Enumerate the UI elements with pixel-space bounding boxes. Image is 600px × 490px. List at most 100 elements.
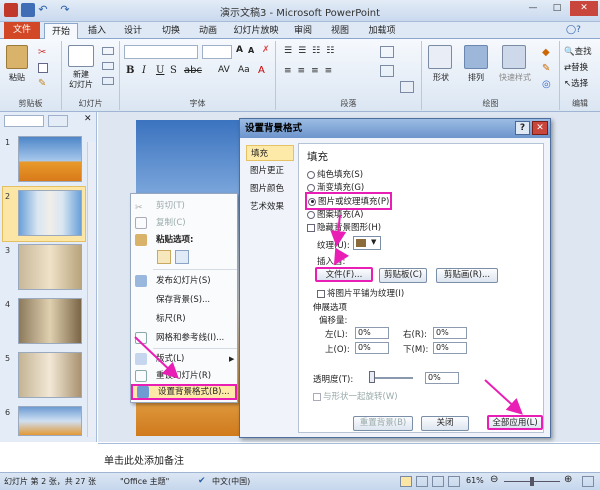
menu-item-save-background[interactable]: 保存背景(S)... bbox=[131, 292, 237, 308]
slide-thumbnail[interactable] bbox=[18, 190, 82, 236]
section-icon[interactable] bbox=[102, 77, 114, 85]
shape-outline-icon[interactable]: ✎ bbox=[542, 63, 550, 74]
menu-item-cut[interactable]: ✂ 剪切(T) bbox=[131, 198, 237, 214]
paste-icon[interactable] bbox=[6, 45, 28, 69]
shapes-icon[interactable] bbox=[428, 45, 452, 69]
new-slide-icon[interactable] bbox=[68, 45, 94, 67]
menu-item-format-background[interactable]: 设置背景格式(B)... bbox=[131, 384, 237, 400]
menu-item-copy[interactable]: 复制(C) bbox=[131, 215, 237, 231]
menu-item-reset-slide[interactable]: 重设幻灯片(R) bbox=[131, 368, 237, 384]
tab-design[interactable]: 设计 bbox=[118, 23, 148, 39]
help-icon[interactable]: ? bbox=[515, 121, 530, 135]
smartart-icon[interactable] bbox=[400, 81, 414, 93]
menu-item-layout[interactable]: 版式(L) ▶ bbox=[131, 351, 237, 367]
zoom-slider-thumb[interactable] bbox=[530, 477, 534, 486]
normal-view-icon[interactable] bbox=[400, 476, 412, 487]
clipboard-button[interactable]: 剪贴板(C) bbox=[379, 268, 427, 283]
quick-styles-icon[interactable] bbox=[502, 45, 526, 69]
reset-icon[interactable] bbox=[102, 62, 114, 70]
shape-fill-icon[interactable]: ◆ bbox=[542, 47, 550, 58]
font-color-icon[interactable]: A bbox=[258, 65, 265, 76]
offset-left-input[interactable]: 0% bbox=[355, 327, 389, 339]
zoom-level[interactable]: 61% bbox=[466, 476, 484, 485]
underline-icon[interactable]: U bbox=[156, 65, 164, 76]
slide-thumbnail[interactable] bbox=[18, 244, 82, 290]
tab-view[interactable]: 视图 bbox=[325, 23, 355, 39]
tab-review[interactable]: 审阅 bbox=[288, 23, 318, 39]
find-button[interactable]: 🔍查找 bbox=[564, 45, 592, 57]
char-spacing-icon[interactable]: AV bbox=[218, 65, 230, 75]
slide-sorter-icon[interactable] bbox=[416, 476, 428, 487]
slide-thumbnail[interactable] bbox=[18, 298, 82, 344]
reset-background-button[interactable]: 重置背景(B) bbox=[353, 416, 413, 431]
menu-item-grid[interactable]: 网格和参考线(I)... bbox=[131, 330, 237, 346]
slide-thumbnail[interactable] bbox=[18, 406, 82, 436]
grow-font-icon[interactable]: A bbox=[236, 45, 243, 55]
radio-solid-fill[interactable]: 纯色填充(S) bbox=[307, 168, 363, 180]
slide-pane-scrollbar[interactable] bbox=[87, 142, 96, 437]
layout-icon[interactable] bbox=[102, 47, 114, 55]
list-icons[interactable]: ☰☰☷☷ bbox=[284, 46, 340, 56]
tab-transitions[interactable]: 切换 bbox=[156, 23, 186, 39]
help-icon[interactable]: ◯? bbox=[566, 25, 581, 35]
menu-item-publish[interactable]: 发布幻灯片(S) bbox=[131, 273, 237, 289]
tab-insert[interactable]: 插入 bbox=[82, 23, 112, 39]
strikethrough-icon[interactable]: abc bbox=[184, 65, 202, 76]
side-item-picture-color[interactable]: 图片颜色 bbox=[246, 181, 294, 197]
zoom-in-icon[interactable]: ⊕ bbox=[564, 474, 572, 485]
maximize-icon[interactable]: □ bbox=[546, 1, 568, 16]
bold-icon[interactable]: B bbox=[126, 65, 134, 76]
side-item-artistic-effects[interactable]: 艺术效果 bbox=[246, 199, 294, 215]
transparency-slider[interactable] bbox=[369, 377, 413, 379]
shape-effects-icon[interactable]: ◎ bbox=[542, 79, 551, 90]
offset-bottom-input[interactable]: 0% bbox=[433, 342, 467, 354]
shrink-font-icon[interactable]: A bbox=[248, 46, 254, 55]
slideshow-view-icon[interactable] bbox=[448, 476, 460, 487]
cut-icon[interactable]: ✂ bbox=[38, 47, 46, 58]
side-item-picture-correction[interactable]: 图片更正 bbox=[246, 163, 294, 179]
offset-top-input[interactable]: 0% bbox=[355, 342, 389, 354]
tab-home[interactable]: 开始 bbox=[44, 23, 78, 39]
tab-file[interactable]: 文件 bbox=[4, 22, 40, 39]
tab-animations[interactable]: 动画 bbox=[193, 23, 223, 39]
copy-icon[interactable] bbox=[38, 63, 48, 73]
texture-dropdown[interactable]: ▼ bbox=[353, 236, 381, 250]
fit-to-window-icon[interactable] bbox=[582, 476, 594, 487]
minimize-icon[interactable]: — bbox=[522, 1, 544, 16]
clipart-button[interactable]: 剪贴画(R)... bbox=[436, 268, 498, 283]
align-text-icon[interactable] bbox=[380, 65, 394, 77]
zoom-out-icon[interactable]: ⊖ bbox=[490, 474, 498, 485]
paste-option-icon[interactable] bbox=[157, 250, 171, 264]
slide-thumbnail[interactable] bbox=[18, 352, 82, 398]
menu-item-ruler[interactable]: 标尺(R) bbox=[131, 311, 237, 327]
language-status[interactable]: 中文(中国) bbox=[212, 476, 250, 487]
format-painter-icon[interactable]: ✎ bbox=[38, 78, 46, 89]
italic-icon[interactable]: I bbox=[142, 65, 146, 76]
clear-format-icon[interactable]: ✗ bbox=[262, 45, 270, 55]
close-icon[interactable]: ✕ bbox=[532, 121, 548, 135]
radio-pattern-fill[interactable]: 图案填充(A) bbox=[307, 208, 363, 220]
reading-view-icon[interactable] bbox=[432, 476, 444, 487]
replace-button[interactable]: ⇄替换 bbox=[564, 61, 588, 73]
slide-thumbnail[interactable] bbox=[18, 136, 82, 182]
checkbox-rotate-with-shape[interactable]: 与形状一起旋转(W) bbox=[313, 390, 398, 402]
outline-tab[interactable] bbox=[48, 115, 68, 127]
slides-tab[interactable] bbox=[4, 115, 44, 127]
font-family-input[interactable] bbox=[124, 45, 198, 59]
close-icon[interactable]: ✕ bbox=[570, 1, 598, 16]
spelling-check-icon[interactable]: ✔ bbox=[198, 476, 206, 486]
change-case-icon[interactable]: Aa bbox=[238, 65, 250, 75]
checkbox-tile-picture[interactable]: 将图片平铺为纹理(I) bbox=[317, 287, 404, 299]
apply-to-all-button[interactable]: 全部应用(L) bbox=[487, 415, 543, 430]
offset-right-input[interactable]: 0% bbox=[433, 327, 467, 339]
align-icons[interactable]: ≡≡≡≡ bbox=[284, 66, 338, 76]
arrange-icon[interactable] bbox=[464, 45, 488, 69]
transparency-slider-thumb[interactable] bbox=[369, 371, 375, 383]
text-direction-icon[interactable] bbox=[380, 46, 394, 58]
transparency-input[interactable]: 0% bbox=[425, 372, 459, 384]
select-button[interactable]: ↖选择 bbox=[564, 77, 588, 89]
shadow-icon[interactable]: S bbox=[170, 65, 177, 76]
notes-pane[interactable]: 单击此处添加备注 bbox=[98, 443, 600, 472]
side-item-fill[interactable]: 填充 bbox=[246, 145, 294, 161]
font-size-input[interactable] bbox=[202, 45, 232, 59]
